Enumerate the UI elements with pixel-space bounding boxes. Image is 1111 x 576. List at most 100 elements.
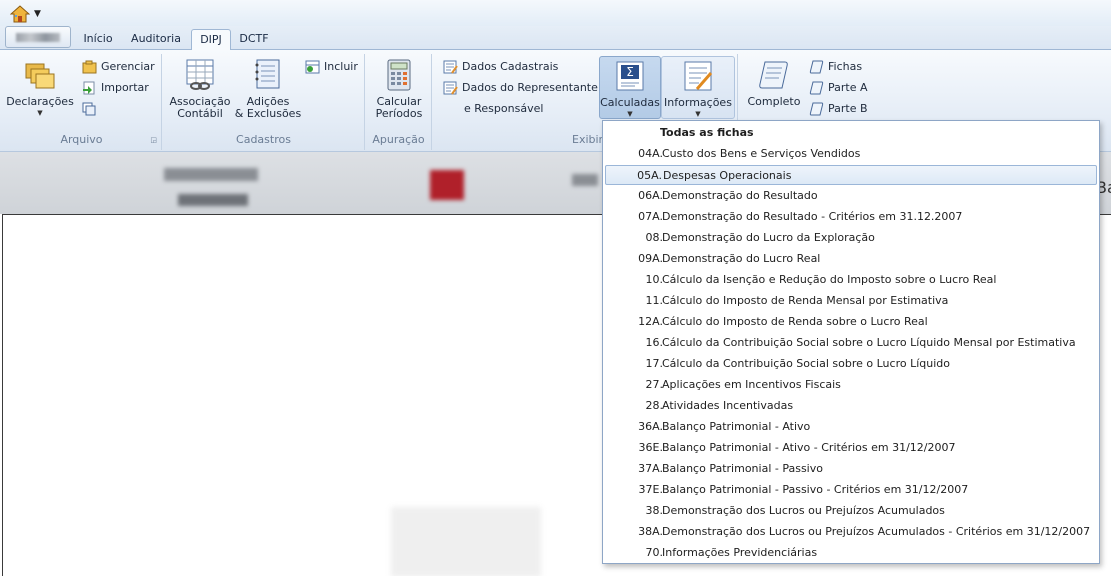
menu-item-ficha[interactable]: 28. Atividades Incentivadas [605, 396, 1097, 416]
gerenciar-label: Gerenciar [101, 60, 155, 73]
group-arquivo: Declarações ▼ Gerenciar Importar Arquivo… [2, 54, 162, 150]
menu-item-label: Balanço Patrimonial - Ativo [662, 420, 811, 433]
informacoes-button[interactable]: Informações ▼ [661, 56, 735, 119]
dialog-launcher-icon[interactable]: ◲ [150, 136, 157, 144]
menu-item-label: Balanço Patrimonial - Ativo - Critérios … [662, 441, 956, 454]
contabil-label: Contábil [177, 107, 223, 120]
menu-item-label: Cálculo do Imposto de Renda Mensal por E… [662, 294, 949, 307]
form-edit-icon [443, 81, 458, 95]
group-cadastros: Associação Contábil Adições & Exclusões … [163, 54, 365, 150]
form-edit-icon [443, 60, 458, 74]
menu-item-label: Todas as fichas [660, 126, 754, 139]
menu-item-code: 27. [645, 378, 664, 391]
menu-item-ficha[interactable]: 11. Cálculo do Imposto de Renda Mensal po… [605, 291, 1097, 311]
calcular-periodos-button[interactable]: Calcular Períodos [369, 56, 429, 120]
menu-item-label: Demonstração dos Lucros ou Prejuízos Acu… [662, 525, 1091, 538]
notebook-icon [251, 58, 285, 92]
menu-item-ficha[interactable]: 70. Informações Previdenciárias [605, 543, 1097, 563]
menu-item-ficha[interactable]: 38A. Demonstração dos Lucros ou Prejuízos… [605, 522, 1097, 542]
adicoes-exclusoes-button[interactable]: Adições & Exclusões [231, 56, 305, 120]
menu-item-label: Informações Previdenciárias [662, 546, 818, 559]
menu-item-code: 37A. [638, 462, 663, 475]
parte-a-label: Parte A [828, 81, 868, 94]
quick-access-toolbar: ▼ [0, 0, 1111, 26]
menu-item-label: Demonstração dos Lucros ou Prejuízos Acu… [662, 504, 945, 517]
svg-text:Σ: Σ [626, 65, 634, 79]
menu-item-code: 11. [645, 294, 664, 307]
chevron-down-icon: ▼ [695, 110, 701, 118]
scroll-icon [757, 58, 791, 92]
menu-item-code: 38A. [638, 525, 663, 538]
home-icon[interactable] [9, 5, 31, 23]
menu-item-code: 17. [645, 357, 664, 370]
menu-item-ficha[interactable]: 16. Cálculo da Contribuição Social sobre … [605, 333, 1097, 353]
folders-icon [23, 58, 57, 92]
menu-item-label: Aplicações em Incentivos Fiscais [662, 378, 841, 391]
menu-item-code: 10. [645, 273, 664, 286]
menu-item-ficha[interactable]: 09A. Demonstração do Lucro Real [605, 249, 1097, 269]
menu-item-ficha[interactable]: 06A. Demonstração do Resultado [605, 186, 1097, 206]
chevron-down-icon: ▼ [37, 109, 43, 117]
folder-manage-icon [82, 60, 97, 74]
menu-item-code: 04A. [638, 147, 663, 160]
menu-item-label: Demonstração do Resultado [662, 189, 818, 202]
menu-item-code: 07A. [638, 210, 663, 223]
group-label-apuracao: Apuração [372, 133, 425, 146]
tab-inicio[interactable]: Início [78, 29, 118, 50]
menu-item-label: Demonstração do Lucro da Exploração [662, 231, 875, 244]
menu-item-todas-as-fichas[interactable]: Todas as fichas [605, 123, 1097, 143]
blurred-logo [430, 170, 464, 200]
blurred-text [572, 174, 598, 186]
menu-item-ficha[interactable]: 36E. Balanço Patrimonial - Ativo - Critér… [605, 438, 1097, 458]
calculadas-button[interactable]: Σ Calculadas ▼ [599, 56, 661, 119]
declaracoes-button[interactable]: Declarações ▼ [4, 56, 76, 117]
copy-icon [82, 102, 97, 116]
calculadas-dropdown-menu: Todas as fichas 04A. Custo dos Bens e Ser… [602, 120, 1100, 564]
customize-qat-icon[interactable]: ▼ [34, 9, 41, 19]
completo-button[interactable]: Completo [745, 56, 803, 108]
associacao-contabil-button[interactable]: Associação Contábil [167, 56, 233, 120]
menu-item-label: Atividades Incentivadas [662, 399, 794, 412]
form-pencil-icon [681, 59, 715, 93]
menu-item-ficha[interactable]: 38. Demonstração dos Lucros ou Prejuízos … [605, 501, 1097, 521]
menu-item-code: 08. [645, 231, 664, 244]
dados-representante-label: Dados do Representante [462, 81, 598, 94]
informacoes-label: Informações [664, 96, 732, 109]
scroll-icon [809, 60, 824, 74]
menu-item-label: Cálculo da Contribuição Social sobre o L… [662, 357, 950, 370]
copy-button[interactable] [82, 100, 100, 118]
fichas-label: Fichas [828, 60, 863, 73]
menu-item-ficha[interactable]: 36A. Balanço Patrimonial - Ativo [605, 417, 1097, 437]
menu-item-ficha[interactable]: 07A. Demonstração do Resultado - Critério… [605, 207, 1097, 227]
menu-item-label: Despesas Operacionais [663, 169, 792, 182]
table-link-icon [183, 58, 217, 92]
chevron-down-icon: ▼ [627, 110, 633, 118]
menu-item-ficha[interactable]: 04A. Custo dos Bens e Serviços Vendidos [605, 144, 1097, 164]
tab-dipj[interactable]: DIPJ [191, 29, 231, 51]
menu-item-code: 28. [645, 399, 664, 412]
menu-item-code: 12A. [638, 315, 663, 328]
watermark [391, 507, 541, 576]
menu-item-ficha[interactable]: 27. Aplicações em Incentivos Fiscais [605, 375, 1097, 395]
incluir-label: Incluir [324, 60, 358, 73]
application-button[interactable] [5, 26, 71, 48]
menu-item-ficha[interactable]: 17. Cálculo da Contribuição Social sobre … [605, 354, 1097, 374]
blurred-text [164, 168, 258, 181]
menu-item-code: 36A. [638, 420, 663, 433]
tab-auditoria[interactable]: Auditoria [126, 29, 186, 50]
group-label-arquivo: Arquivo [60, 133, 103, 146]
menu-item-ficha[interactable]: 37E. Balanço Patrimonial - Passivo - Crit… [605, 480, 1097, 500]
menu-item-label: Balanço Patrimonial - Passivo - Critério… [662, 483, 969, 496]
periodos-label: Períodos [375, 107, 423, 120]
menu-item-ficha[interactable]: 10. Cálculo da Isenção e Redução do Impos… [605, 270, 1097, 290]
menu-item-code: 36E. [638, 441, 663, 454]
add-table-icon [305, 60, 320, 74]
responsavel-label: e Responsável [464, 102, 544, 115]
menu-item-label: Cálculo da Isenção e Redução do Imposto … [662, 273, 997, 286]
menu-item-ficha[interactable]: 37A. Balanço Patrimonial - Passivo [605, 459, 1097, 479]
calculadas-label: Calculadas [600, 96, 660, 109]
menu-item-ficha[interactable]: 12A. Cálculo do Imposto de Renda sobre o … [605, 312, 1097, 332]
tab-dctf[interactable]: DCTF [236, 29, 272, 50]
menu-item-ficha[interactable]: 08. Demonstração do Lucro da Exploração [605, 228, 1097, 248]
menu-item-ficha[interactable]: 05A. Despesas Operacionais [605, 165, 1097, 185]
